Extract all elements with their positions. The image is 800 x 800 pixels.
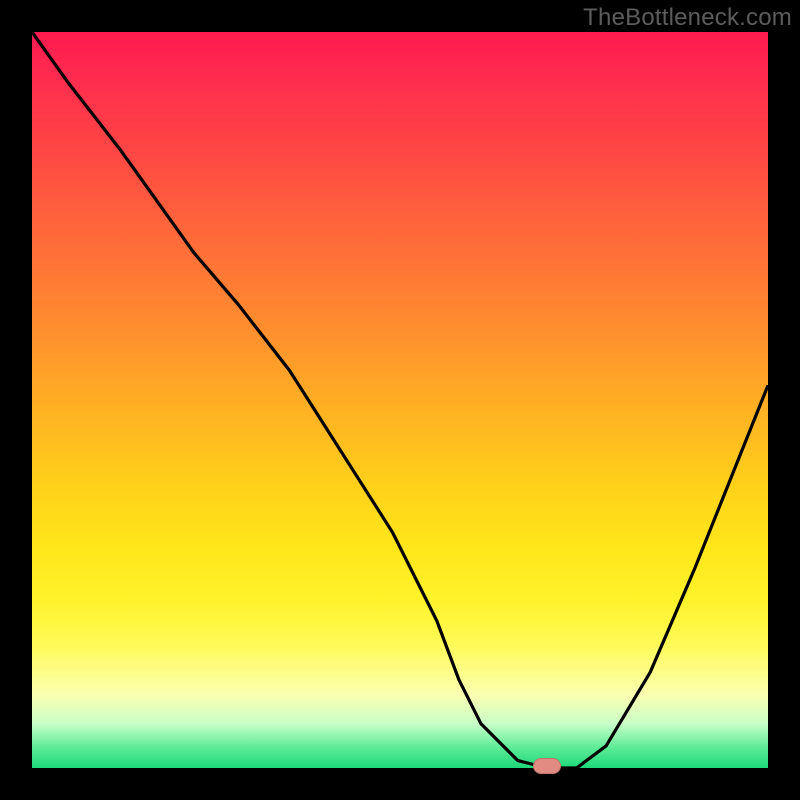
curve-path [32,32,768,768]
bottleneck-curve [32,32,768,768]
watermark-text: TheBottleneck.com [583,4,792,32]
optimum-marker [533,758,561,774]
plot-area [32,32,768,768]
chart-stage: TheBottleneck.com [0,0,800,800]
